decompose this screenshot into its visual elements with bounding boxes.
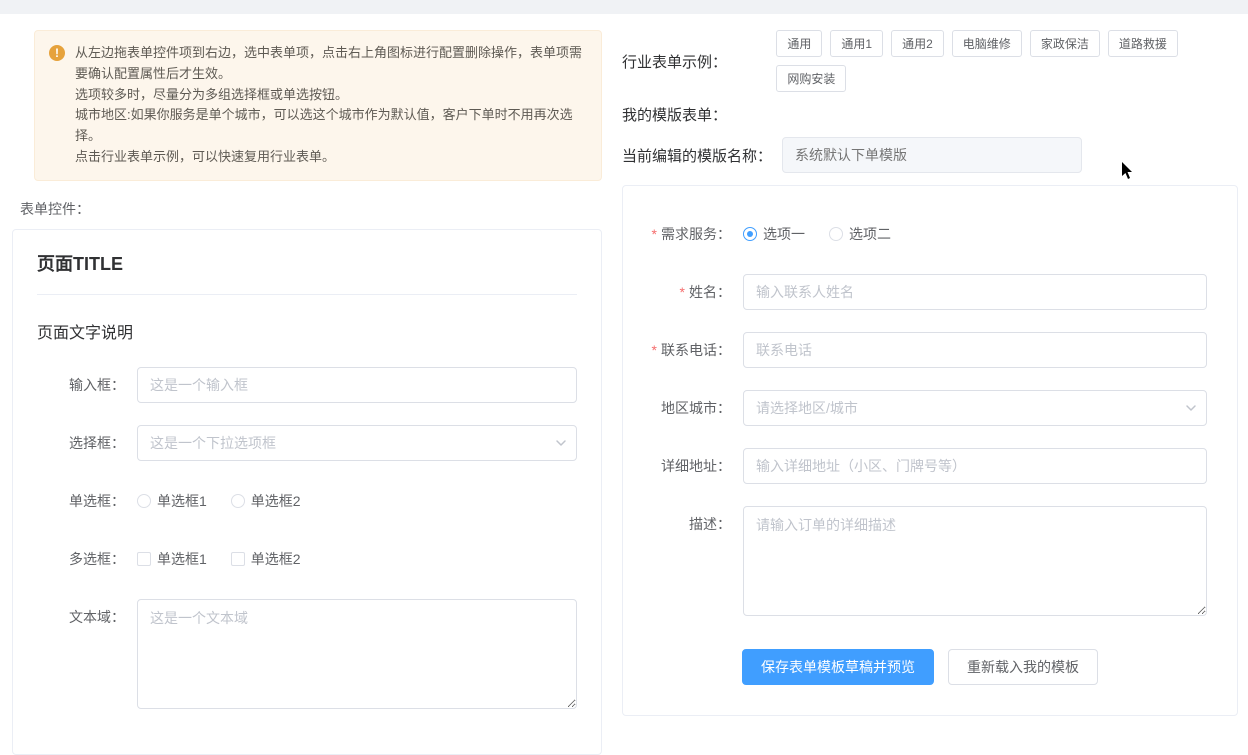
form-controls-label: 表单控件：	[20, 199, 602, 219]
button-row: 保存表单模板草稿并预览 重新载入我的模板	[633, 649, 1207, 685]
industry-tag[interactable]: 网购安装	[776, 65, 846, 92]
top-bar	[0, 0, 1248, 14]
name-label: 姓名：	[633, 274, 743, 310]
checkbox-option-label: 单选框2	[251, 541, 301, 577]
industry-examples-row: 行业表单示例： 通用 通用1 通用2 电脑维修 家政保洁 道路救援 网购安装	[622, 30, 1238, 92]
address-label: 详细地址：	[633, 448, 743, 484]
current-template-input	[782, 137, 1082, 173]
form-builder-card: 需求服务： 选项一 选项二 姓名：	[622, 185, 1238, 716]
control-radio-label: 单选框：	[37, 483, 137, 519]
service-option-label: 选项二	[849, 216, 891, 252]
desc-label: 描述：	[633, 506, 743, 542]
industry-tag[interactable]: 道路救援	[1108, 30, 1178, 57]
name-row[interactable]: 姓名：	[633, 274, 1207, 310]
desc-textarea[interactable]	[743, 506, 1207, 616]
main-layout: ! 从左边拖表单控件项到右边，选中表单项，点击右上角图标进行配置删除操作，表单项…	[0, 14, 1248, 755]
industry-tag[interactable]: 通用	[776, 30, 822, 57]
page-title[interactable]: 页面TITLE	[37, 250, 577, 295]
service-option[interactable]: 选项一	[743, 216, 805, 252]
current-template-label: 当前编辑的模版名称：	[622, 145, 772, 166]
control-textarea-label: 文本域：	[37, 599, 137, 635]
form-controls-card: 页面TITLE 页面文字说明 输入框： 选择框： 单选框：	[12, 229, 602, 755]
name-input[interactable]	[743, 274, 1207, 310]
info-alert: ! 从左边拖表单控件项到右边，选中表单项，点击右上角图标进行配置删除操作，表单项…	[34, 30, 602, 181]
city-select[interactable]	[743, 390, 1207, 426]
phone-input[interactable]	[743, 332, 1207, 368]
info-icon: !	[49, 45, 65, 61]
control-textarea-field[interactable]	[137, 599, 577, 709]
radio-icon	[231, 494, 245, 508]
control-radio-row[interactable]: 单选框： 单选框1 单选框2	[37, 483, 577, 519]
industry-tag[interactable]: 家政保洁	[1030, 30, 1100, 57]
checkbox-icon	[231, 552, 245, 566]
industry-tag[interactable]: 通用2	[891, 30, 944, 57]
address-input[interactable]	[743, 448, 1207, 484]
reload-template-button[interactable]: 重新载入我的模板	[948, 649, 1098, 685]
industry-examples-label: 行业表单示例：	[622, 51, 766, 72]
radio-option-label: 单选框2	[251, 483, 301, 519]
service-row[interactable]: 需求服务： 选项一 选项二	[633, 216, 1207, 252]
service-option-label: 选项一	[763, 216, 805, 252]
service-label: 需求服务：	[633, 216, 743, 252]
phone-label: 联系电话：	[633, 332, 743, 368]
service-option[interactable]: 选项二	[829, 216, 891, 252]
industry-tag[interactable]: 电脑维修	[952, 30, 1022, 57]
control-input-row[interactable]: 输入框：	[37, 367, 577, 403]
checkbox-option-label: 单选框1	[157, 541, 207, 577]
control-checkbox-label: 多选框：	[37, 541, 137, 577]
current-template-row: 当前编辑的模版名称：	[622, 137, 1238, 173]
control-input-field[interactable]	[137, 367, 577, 403]
city-label: 地区城市：	[633, 390, 743, 426]
my-templates-label: 我的模版表单：	[622, 104, 772, 125]
radio-option[interactable]: 单选框2	[231, 483, 301, 519]
radio-option-label: 单选框1	[157, 483, 207, 519]
page-desc[interactable]: 页面文字说明	[37, 319, 577, 343]
checkbox-option[interactable]: 单选框1	[137, 541, 207, 577]
control-select-label: 选择框：	[37, 425, 137, 461]
alert-line: 选项较多时，尽量分为多组选择框或单选按钮。	[75, 85, 585, 106]
control-input-label: 输入框：	[37, 367, 137, 403]
control-select-field[interactable]	[137, 425, 577, 461]
city-row[interactable]: 地区城市：	[633, 390, 1207, 426]
radio-icon	[829, 227, 843, 241]
checkbox-option[interactable]: 单选框2	[231, 541, 301, 577]
industry-tags: 通用 通用1 通用2 电脑维修 家政保洁 道路救援 网购安装	[776, 30, 1238, 92]
control-select-row[interactable]: 选择框：	[37, 425, 577, 461]
alert-line: 点击行业表单示例，可以快速复用行业表单。	[75, 147, 585, 168]
control-textarea-row[interactable]: 文本域：	[37, 599, 577, 712]
phone-row[interactable]: 联系电话：	[633, 332, 1207, 368]
alert-line: 从左边拖表单控件项到右边，选中表单项，点击右上角图标进行配置删除操作，表单项需要…	[75, 43, 585, 85]
industry-tag[interactable]: 通用1	[830, 30, 883, 57]
desc-row[interactable]: 描述：	[633, 506, 1207, 619]
my-templates-row: 我的模版表单：	[622, 104, 1238, 125]
address-row[interactable]: 详细地址：	[633, 448, 1207, 484]
right-column: 行业表单示例： 通用 通用1 通用2 电脑维修 家政保洁 道路救援 网购安装 我…	[622, 14, 1238, 716]
radio-icon	[743, 227, 757, 241]
radio-option[interactable]: 单选框1	[137, 483, 207, 519]
checkbox-icon	[137, 552, 151, 566]
save-preview-button[interactable]: 保存表单模板草稿并预览	[742, 649, 934, 685]
alert-line: 城市地区:如果你服务是单个城市，可以选这个城市作为默认值，客户下单时不用再次选择…	[75, 105, 585, 147]
control-checkbox-row[interactable]: 多选框： 单选框1 单选框2	[37, 541, 577, 577]
left-column: ! 从左边拖表单控件项到右边，选中表单项，点击右上角图标进行配置删除操作，表单项…	[10, 14, 602, 755]
radio-icon	[137, 494, 151, 508]
